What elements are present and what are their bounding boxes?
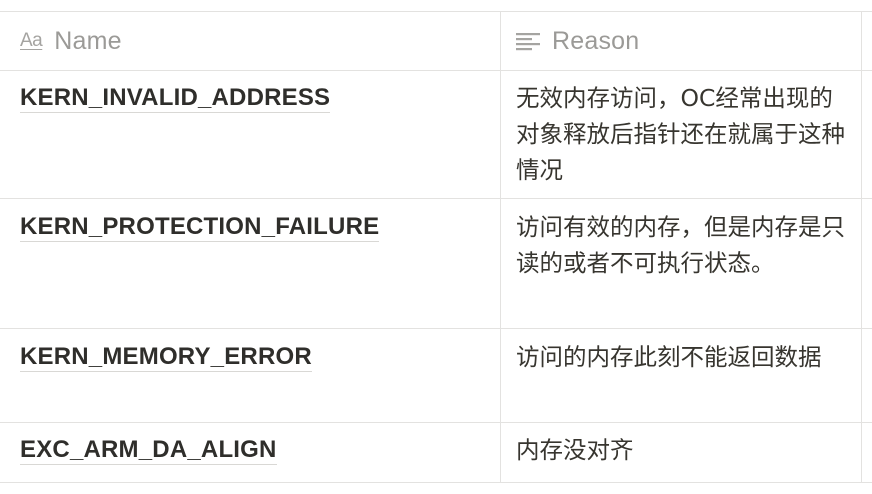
row-divider [0, 422, 872, 423]
column-header-reason[interactable]: Reason [516, 12, 856, 70]
row-title[interactable]: KERN_MEMORY_ERROR [20, 343, 312, 372]
column-header-label: Name [54, 26, 122, 55]
table-bottom-border [0, 482, 872, 483]
column-header-name[interactable]: Aa Name [20, 12, 490, 70]
row-title[interactable]: KERN_INVALID_ADDRESS [20, 84, 331, 113]
row-divider [0, 328, 872, 329]
table-row-name-cell[interactable]: KERN_PROTECTION_FAILURE [20, 213, 380, 242]
table-row-name-cell[interactable]: KERN_INVALID_ADDRESS [20, 84, 331, 113]
row-title[interactable]: KERN_PROTECTION_FAILURE [20, 213, 380, 242]
text-type-icon: Aa [20, 30, 43, 51]
row-divider [0, 198, 872, 199]
row-title[interactable]: EXC_ARM_DA_ALIGN [20, 436, 277, 465]
header-bottom-border [0, 70, 872, 71]
text-lines-icon [516, 31, 540, 51]
column-divider [861, 11, 862, 483]
table-row-reason-cell[interactable]: 无效内存访问，OC经常出现的对象释放后指针还在就属于这种情况 [516, 80, 846, 188]
table-row-reason-cell[interactable]: 内存没对齐 [516, 432, 846, 468]
column-divider [500, 11, 501, 483]
table-row-reason-cell[interactable]: 访问有效的内存，但是内存是只读的或者不可执行状态。 [516, 209, 846, 281]
table-row-name-cell[interactable]: KERN_MEMORY_ERROR [20, 343, 312, 372]
table-row-name-cell[interactable]: EXC_ARM_DA_ALIGN [20, 436, 277, 465]
database-table: Aa Name Reason KERN_INVALID_ADDRESS 无效内存… [0, 0, 872, 494]
table-row-reason-cell[interactable]: 访问的内存此刻不能返回数据 [516, 339, 846, 375]
column-header-label: Reason [552, 26, 640, 55]
